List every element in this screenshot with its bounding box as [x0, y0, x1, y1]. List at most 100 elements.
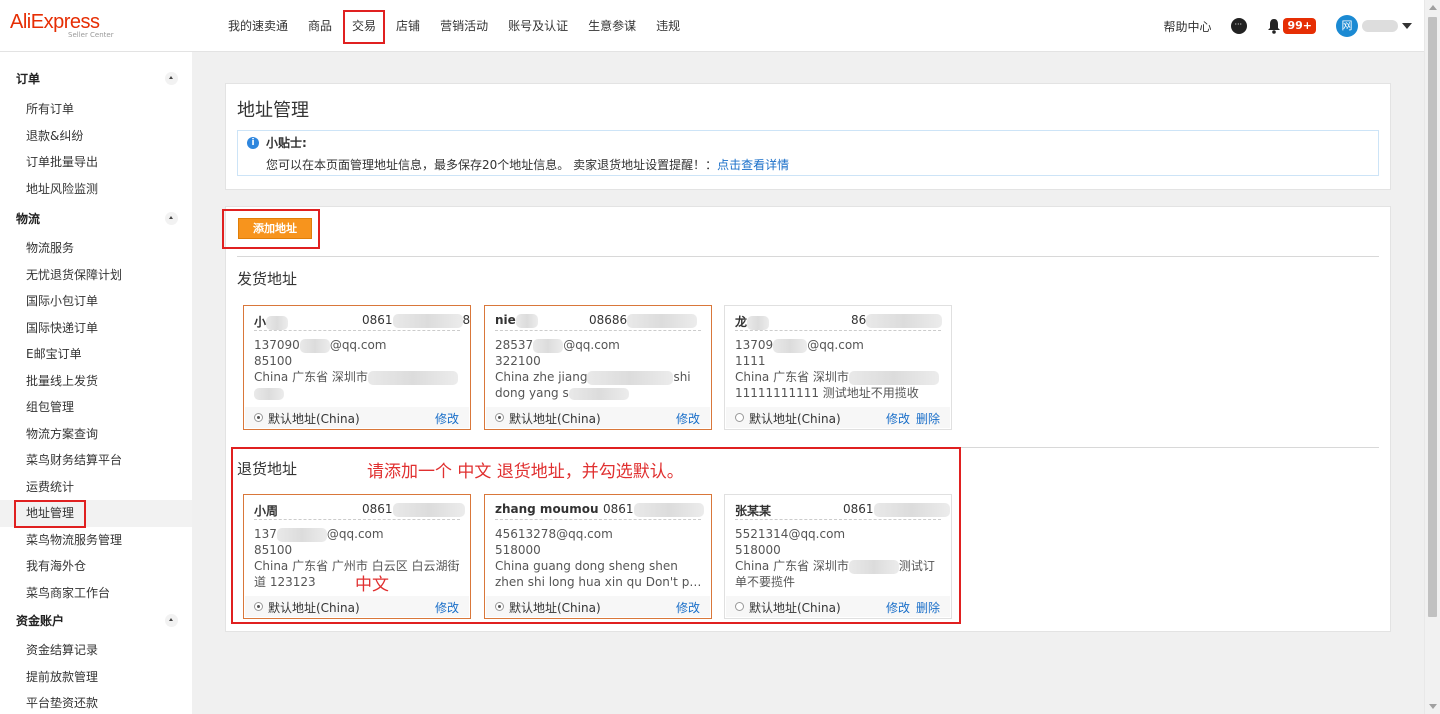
sidebar-item-overseas-warehouse[interactable]: 我有海外仓 — [0, 553, 192, 580]
nav-item-account[interactable]: 账号及认证 — [498, 0, 578, 52]
aliexpress-logo[interactable]: AliExpress Seller Center — [10, 11, 114, 39]
contact-email: 45613278@qq.com — [495, 527, 613, 541]
return-address-title: 退货地址 — [237, 460, 298, 478]
scroll-up-arrow-icon[interactable] — [1429, 5, 1437, 10]
nav-item-violations[interactable]: 违规 — [646, 0, 690, 52]
nav-item-marketing[interactable]: 营销活动 — [430, 0, 498, 52]
sidebar-item-cainiao-workbench[interactable]: 菜鸟商家工作台 — [0, 580, 192, 607]
contact-name: 小 — [254, 313, 289, 330]
card-header: 龙 86 — [735, 313, 943, 331]
delete-link[interactable]: 删除 — [916, 601, 940, 615]
sidebar-item-address-management[interactable]: 地址管理 — [0, 500, 192, 528]
default-address-label: 默认地址(China) — [749, 601, 841, 615]
collapse-icon[interactable] — [165, 614, 178, 627]
sidebar-item-epacket-orders[interactable]: E邮宝订单 — [0, 341, 192, 368]
zip-code: 518000 — [735, 543, 781, 557]
contact-name: nie — [495, 313, 538, 328]
logo-brand: AliExpress — [10, 11, 100, 33]
sidebar-item-order-export[interactable]: 订单批量导出 — [0, 149, 192, 176]
collapse-icon[interactable] — [165, 72, 178, 85]
sidebar-item-logistics-service[interactable]: 物流服务 — [0, 235, 192, 262]
sidebar-item-refunds[interactable]: 退款&纠纷 — [0, 123, 192, 150]
contact-phone: 0861 — [603, 502, 704, 517]
card-footer: 默认地址(China) 修改 — [486, 596, 710, 617]
chevron-down-icon[interactable] — [1402, 23, 1412, 29]
nav-item-products[interactable]: 商品 — [298, 0, 342, 52]
help-center-link[interactable]: 帮助中心 — [1163, 18, 1211, 35]
ship-address-card: nie 08686 28537 @qq.com 322100 China zhe … — [484, 305, 712, 430]
avatar[interactable]: 网 — [1336, 15, 1358, 37]
card-header: 张某某 0861 — [735, 502, 950, 520]
sidebar-item-express-orders[interactable]: 国际快递订单 — [0, 315, 192, 342]
sidebar-item-bundle-management[interactable]: 组包管理 — [0, 394, 192, 421]
sidebar-group-orders[interactable]: 订单 — [0, 66, 192, 92]
edit-link[interactable]: 修改 — [676, 412, 700, 426]
trade-highlight-box — [343, 10, 386, 44]
scroll-down-arrow-icon[interactable] — [1429, 704, 1437, 709]
sidebar-item-cainiao-settlement[interactable]: 菜鸟财务结算平台 — [0, 447, 192, 474]
edit-link[interactable]: 修改 — [435, 601, 459, 615]
zip-code: 85100 — [254, 543, 293, 557]
nav-item-trade[interactable]: 交易 — [342, 0, 386, 52]
address-line: China 广东省 深圳市 测试订 — [735, 559, 935, 574]
sidebar-item-small-packet-orders[interactable]: 国际小包订单 — [0, 288, 192, 315]
sidebar-item-return-guarantee[interactable]: 无忧退货保障计划 — [0, 262, 192, 289]
sidebar-item-freight-stats[interactable]: 运费统计 — [0, 474, 192, 501]
default-radio[interactable] — [254, 413, 263, 422]
sidebar-item-platform-advance-repayment[interactable]: 平台垫资还款 — [0, 690, 192, 714]
return-address-card: 张某某 0861 5521314@qq.com 518000 China 广东省… — [724, 494, 952, 619]
contact-phone: 0861 — [843, 502, 950, 517]
sidebar-group-logistics[interactable]: 物流 — [0, 206, 192, 232]
sidebar-item-settlement-records[interactable]: 资金结算记录 — [0, 637, 192, 664]
address-line-2: zhen shi long hua xin qu Don't pic... — [495, 575, 703, 589]
edit-link[interactable]: 修改 — [676, 601, 700, 615]
sidebar-group-funds[interactable]: 资金账户 — [0, 608, 192, 634]
top-bar: AliExpress Seller Center 我的速卖通 商品 交易 店铺 … — [0, 0, 1424, 52]
nav-item-business-advisor[interactable]: 生意参谋 — [578, 0, 646, 52]
default-radio[interactable] — [495, 413, 504, 422]
add-address-button[interactable]: 添加地址 — [238, 218, 312, 239]
sidebar-group-label: 资金账户 — [16, 614, 65, 628]
default-radio[interactable] — [495, 602, 504, 611]
contact-name: 小周 — [254, 504, 279, 518]
sidebar-item-cainiao-service-management[interactable]: 菜鸟物流服务管理 — [0, 527, 192, 554]
sidebar-item-logistics-plan-query[interactable]: 物流方案查询 — [0, 421, 192, 448]
contact-email: 28537 @qq.com — [495, 338, 620, 353]
sidebar-item-all-orders[interactable]: 所有订单 — [0, 96, 192, 123]
edit-link[interactable]: 修改 — [886, 601, 910, 615]
card-details: 45613278@qq.com 518000 China guang dong … — [495, 526, 703, 590]
default-address-label: 默认地址(China) — [268, 412, 360, 426]
edit-link[interactable]: 修改 — [886, 412, 910, 426]
sidebar-item-batch-shipping[interactable]: 批量线上发货 — [0, 368, 192, 395]
default-address-label: 默认地址(China) — [509, 601, 601, 615]
address-line: China guang dong sheng shen — [495, 559, 678, 573]
edit-link[interactable]: 修改 — [435, 412, 459, 426]
chat-icon[interactable] — [1231, 18, 1248, 34]
bell-icon[interactable] — [1267, 18, 1281, 34]
zip-code: 85100 — [254, 354, 293, 368]
collapse-icon[interactable] — [165, 212, 178, 225]
view-details-link[interactable]: 点击查看详情 — [717, 158, 789, 172]
card-header: zhang moumou 0861 — [495, 502, 704, 520]
delete-link[interactable]: 删除 — [916, 412, 940, 426]
card-actions: 修改 — [670, 599, 700, 616]
nav-item-store[interactable]: 店铺 — [386, 0, 430, 52]
address-line-2: 11111111111 测试地址不用揽收 — [735, 386, 919, 400]
sidebar-item-early-release[interactable]: 提前放款管理 — [0, 664, 192, 691]
card-actions: 修改 删除 — [880, 599, 940, 616]
top-right-tools: 帮助中心 99+ 网 — [1163, 0, 1412, 52]
tips-body: 您可以在本页面管理地址信息，最多保存20个地址信息。 卖家退货地址设置提醒！： — [266, 158, 718, 172]
nav-item-my-aliexpress[interactable]: 我的速卖通 — [218, 0, 298, 52]
address-line: China zhe jiang shi — [495, 370, 691, 385]
zip-code: 322100 — [495, 354, 541, 368]
page-title: 地址管理 — [237, 100, 309, 121]
chinese-annotation: 中文 — [355, 575, 389, 595]
default-radio[interactable] — [254, 602, 263, 611]
sidebar-item-address-risk[interactable]: 地址风险监测 — [0, 176, 192, 203]
default-radio[interactable] — [735, 413, 744, 422]
default-radio[interactable] — [735, 602, 744, 611]
card-footer: 默认地址(China) 修改 删除 — [726, 407, 950, 428]
scroll-thumb[interactable] — [1428, 17, 1437, 617]
card-details: 5521314@qq.com 518000 China 广东省 深圳市 测试订 单… — [735, 526, 943, 590]
page-scrollbar[interactable] — [1424, 0, 1440, 714]
